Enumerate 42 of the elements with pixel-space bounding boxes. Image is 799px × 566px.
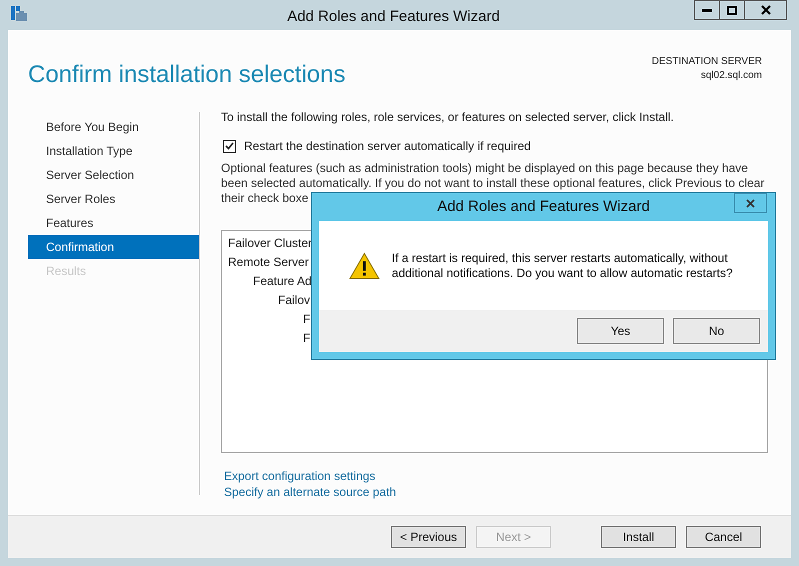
dialog-button[interactable]: No — [673, 318, 760, 344]
note-line: been selected automatically. If you do not want to install these optional features, click Previous to clear — [221, 176, 764, 191]
nav-item[interactable]: Server Selection — [28, 163, 199, 187]
close-button[interactable] — [744, 0, 787, 20]
nav-item[interactable]: Installation Type — [28, 139, 199, 163]
note-line: their check boxe — [221, 191, 308, 206]
minimize-icon — [702, 8, 712, 12]
maximize-button[interactable] — [719, 0, 745, 20]
window-title: Add Roles and Features Wizard — [287, 7, 500, 27]
nav-item[interactable]: Features — [28, 211, 199, 235]
link[interactable]: Export configuration settings — [224, 468, 376, 484]
wizard-button[interactable]: Cancel — [686, 526, 761, 548]
close-icon — [746, 198, 755, 208]
note-line: Optional features (such as administration tools) might be displayed on this page because they have — [221, 161, 748, 176]
feature-item: Feature Ad — [253, 273, 312, 290]
page-title: Confirm installation selections — [28, 60, 346, 90]
dialog-title: Add Roles and Features Wizard — [437, 196, 650, 217]
app-icon — [11, 6, 27, 22]
nav-item[interactable]: Confirmation — [28, 235, 199, 259]
feature-item: F — [303, 311, 310, 328]
maximize-icon — [727, 6, 737, 14]
dialog-button[interactable]: Yes — [577, 318, 664, 344]
intro-text: To install the following roles, role services, or features on selected server, click Install. — [221, 109, 675, 126]
link[interactable]: Specify an alternate source path — [224, 484, 396, 500]
check-icon — [225, 142, 234, 150]
wizard-button[interactable]: Install — [601, 526, 676, 548]
dialog-message: If a restart is required, this server restarts automatically, without additional notifications. Do you want to allow automatic restarts? — [392, 250, 734, 280]
checkbox-label: Restart the destination server automatically if required — [244, 138, 531, 155]
close-button[interactable] — [734, 193, 767, 213]
wizard-button[interactable]: < Previous — [391, 526, 466, 548]
nav-item[interactable]: Before You Begin — [28, 115, 199, 139]
nav-item[interactable]: Server Roles — [28, 187, 199, 211]
close-icon — [760, 5, 770, 15]
feature-item: Failover Cluster — [228, 235, 312, 252]
feature-item: Remote Server — [228, 254, 309, 271]
warning-icon — [349, 252, 380, 280]
minimize-button[interactable] — [694, 0, 720, 20]
server-name: sql02.sql.com — [700, 69, 762, 83]
checkbox[interactable] — [223, 140, 236, 152]
feature-item: Failov — [278, 292, 310, 309]
server-label: DESTINATION SERVER — [652, 55, 762, 69]
feature-item: F — [303, 330, 310, 347]
